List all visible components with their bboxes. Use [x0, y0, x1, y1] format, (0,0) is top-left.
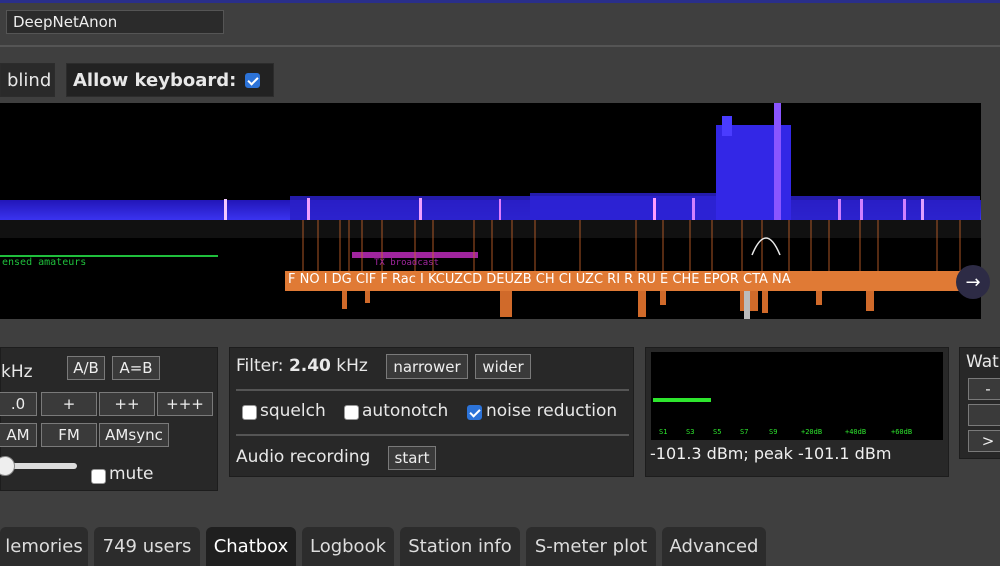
filter-row: Filter: 2.40 kHz — [236, 356, 368, 376]
carrier-line — [838, 199, 841, 220]
smeter-scale-label: S7 — [740, 428, 749, 436]
tab-749-users[interactable]: 749 users — [94, 527, 200, 566]
filter-value: 2.40 — [288, 356, 331, 376]
scroll-right-button[interactable]: → — [956, 265, 990, 299]
step-plus-button[interactable]: + — [41, 392, 97, 416]
smeter-bar — [653, 398, 711, 402]
audio-recording-label: Audio recording — [236, 447, 371, 467]
aeqb-button[interactable]: A=B — [112, 356, 160, 380]
waterfall-blank-button[interactable] — [968, 404, 1000, 426]
smeter-scale-label: +40dB — [845, 428, 867, 436]
volume-slider-thumb[interactable] — [0, 456, 15, 476]
allow-keyboard-checkbox[interactable] — [245, 72, 261, 88]
smeter-scale-label: S1 — [659, 428, 668, 436]
tab-logbook[interactable]: Logbook — [302, 527, 394, 566]
signal-peak — [774, 103, 781, 220]
tuning-panel: kHz A/B A=B .0 + ++ +++ AM FM AMsync mut… — [0, 347, 218, 491]
carrier-line — [499, 199, 501, 220]
waterfall-panel-title: Wat — [966, 352, 999, 372]
waterfall-minus-button[interactable]: - — [968, 378, 1000, 400]
blind-label: blind — [7, 69, 52, 91]
autonotch-label: autonotch — [362, 401, 449, 421]
mode-fm-button[interactable]: FM — [41, 423, 97, 447]
carrier-line — [419, 198, 422, 220]
allow-keyboard-control[interactable]: Allow keyboard: — [66, 63, 274, 97]
start-recording-button[interactable]: start — [388, 446, 436, 470]
tab-s-meter-plot[interactable]: S-meter plot — [526, 527, 656, 566]
smeter-scale-label: +60dB — [891, 428, 913, 436]
smeter-panel: S1 S3 S5 S7 S9 +20dB +40dB +60dB -101.3 dBm; pe… — [645, 347, 949, 477]
squelch-label: squelch — [260, 401, 326, 421]
step-plus2-button[interactable]: ++ — [99, 392, 155, 416]
filter-label: Filter: — [236, 356, 284, 376]
smeter-scale: S1 S3 S5 S7 S9 +20dB +40dB +60dB — [655, 428, 935, 440]
wider-button[interactable]: wider — [475, 354, 531, 379]
name-input[interactable] — [6, 10, 224, 34]
carrier-line — [653, 198, 656, 220]
bookmark-labels[interactable]: F NO I DG CIF F Rac I KCUZCD DEUZB CH CI… — [288, 272, 978, 290]
waterfall-band-raised-2 — [530, 193, 720, 220]
blind-toggle[interactable]: blind — [0, 63, 55, 97]
spectrum-display[interactable]: ensed amateurs TX broadcast F NO I DG CI… — [0, 103, 981, 319]
squelch-checkbox[interactable] — [242, 405, 257, 420]
tab-lemories[interactable]: lemories — [0, 527, 88, 566]
smeter-scale-label: S3 — [686, 428, 695, 436]
divider — [0, 45, 1000, 47]
tab-advanced[interactable]: Advanced — [662, 527, 766, 566]
mode-am-button[interactable]: AM — [0, 423, 37, 447]
narrower-button[interactable]: narrower — [386, 354, 468, 379]
autonotch-checkbox[interactable] — [344, 405, 359, 420]
noise-reduction-label: noise reduction — [486, 401, 618, 421]
waterfall-next-button[interactable]: > — [968, 430, 1000, 452]
mode-amsync-button[interactable]: AMsync — [99, 423, 169, 447]
filter-unit: kHz — [336, 356, 368, 376]
ab-button[interactable]: A/B — [67, 356, 105, 380]
bookmark-drops — [342, 291, 874, 319]
allow-keyboard-label: Allow keyboard: — [73, 69, 237, 91]
smeter-display: S1 S3 S5 S7 S9 +20dB +40dB +60dB — [651, 352, 943, 440]
carrier-line — [224, 199, 227, 220]
signal-block-top — [722, 116, 732, 136]
step-dot0-button[interactable]: .0 — [0, 392, 37, 416]
carrier-line — [307, 198, 310, 220]
passband-indicator — [751, 237, 781, 256]
smeter-scale-label: +20dB — [801, 428, 823, 436]
khz-label: kHz — [1, 362, 33, 382]
smeter-scale-label: S9 — [769, 428, 778, 436]
carrier-line — [921, 199, 924, 220]
tab-chatbox[interactable]: Chatbox — [206, 527, 296, 566]
carrier-line — [903, 199, 906, 220]
filter-panel: Filter: 2.40 kHz narrower wider squelch … — [229, 347, 634, 477]
smeter-reading: -101.3 dBm; peak -101.1 dBm — [650, 444, 892, 463]
divider — [236, 434, 629, 436]
step-plus3-button[interactable]: +++ — [157, 392, 213, 416]
arrow-right-icon: → — [965, 271, 981, 293]
carrier-line — [860, 199, 863, 220]
scale-strip — [0, 220, 981, 238]
top-accent-line — [0, 0, 1000, 3]
broadcast-overlay-label: TX broadcast — [374, 258, 440, 268]
tab-station-info[interactable]: Station info — [400, 527, 520, 566]
waterfall-panel: Wat - > — [959, 347, 1000, 459]
carrier-line — [692, 198, 695, 220]
band-plan-label: ensed amateurs — [2, 257, 87, 268]
mute-checkbox[interactable] — [91, 469, 106, 484]
smeter-scale-label: S5 — [713, 428, 722, 436]
mute-label: mute — [109, 464, 154, 484]
noise-reduction-checkbox[interactable] — [467, 405, 482, 420]
divider — [236, 389, 629, 391]
